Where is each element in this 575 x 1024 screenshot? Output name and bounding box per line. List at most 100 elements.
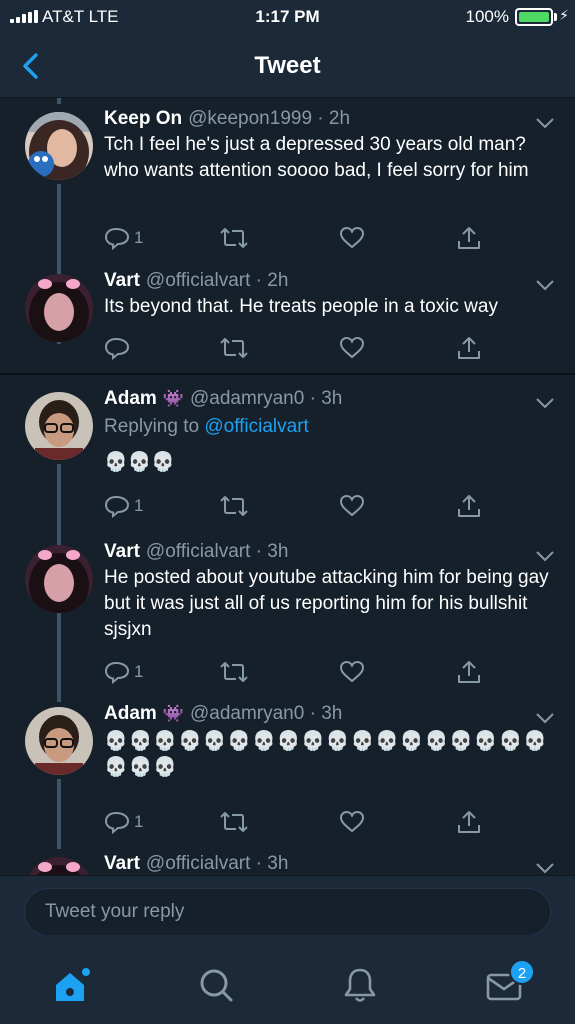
tweet-actions: 1 [104,224,484,254]
retweet-button[interactable] [219,808,249,836]
retweet-icon [220,662,248,682]
tab-bar [0,935,575,1024]
tweet-text: Tch I feel he's just a depressed 30 year… [104,134,529,181]
tweet-text: 💀💀💀 [104,452,175,473]
emoji-badge: 👾 [162,389,184,408]
tweet-header: Adam 👾 @adamryan0 · 3h [104,703,343,724]
share-button[interactable] [456,334,482,362]
chevron-down-icon[interactable] [535,711,555,725]
heart-icon [339,336,365,359]
reply-input[interactable]: Tweet your reply [24,888,551,936]
reply-icon [104,811,130,834]
retweet-button[interactable] [219,224,249,252]
reply-count: 1 [134,662,144,681]
handle[interactable]: @adamryan0 [190,703,304,724]
home-icon[interactable] [52,965,92,1005]
reply-composer: Tweet your reply [0,875,575,936]
heart-icon [339,810,365,833]
messages-badge: 2 [509,959,535,985]
retweet-button[interactable] [219,658,249,686]
reply-button[interactable]: 1 [104,224,143,252]
heart-icon [339,494,365,517]
conversation-divider [0,373,575,375]
retweet-button[interactable] [219,334,249,362]
avatar[interactable] [25,545,93,613]
avatar[interactable] [25,112,93,180]
handle[interactable]: @keepon1999 [188,108,312,129]
battery-cap [554,13,557,21]
tweet-header: Vart @officialvart · 3h [104,853,289,874]
reply-button[interactable]: 1 [104,808,143,836]
bell-icon[interactable] [340,965,380,1005]
mention-link[interactable]: @officialvart [204,416,308,437]
avatar[interactable] [25,857,93,875]
tweet-time: 3h [267,541,289,562]
tweet-time: 2h [328,108,351,129]
like-button[interactable] [339,658,365,686]
display-name[interactable]: Adam [104,388,157,409]
chevron-down-icon[interactable] [535,278,555,292]
like-button[interactable] [339,808,365,836]
handle[interactable]: @adamryan0 [190,388,304,409]
thread-connector [57,779,61,849]
share-button[interactable] [456,224,482,252]
tweet-thread[interactable]: Keep On @keepon1999 · 2h Tch I feel he's … [0,98,575,875]
display-name[interactable]: Vart [104,853,140,874]
reply-icon [104,495,130,518]
display-name[interactable]: Adam [104,703,157,724]
search-icon[interactable] [196,965,236,1005]
replying-prefix: Replying to [104,416,200,437]
status-bar: AT&T LTE 1:17 PM 100% ⚡ [0,0,575,34]
page-title: Tweet [254,52,321,79]
heart-icon [339,660,365,683]
handle[interactable]: @officialvart [146,541,250,562]
avatar[interactable] [25,707,93,775]
avatar[interactable] [25,274,93,342]
reply-button[interactable]: 1 [104,492,143,520]
tweet-time: 2h [267,270,289,291]
display-name[interactable]: Vart [104,270,140,291]
nav-bar: Tweet [0,34,575,98]
reply-button[interactable]: 1 [104,658,143,686]
battery-icon [515,8,553,26]
share-icon [458,337,480,359]
tweet-actions: 1 [104,492,484,522]
chevron-down-icon[interactable] [535,116,555,130]
tweet-actions: 1 [104,658,484,688]
like-button[interactable] [339,492,365,520]
reply-icon [104,661,130,684]
share-button[interactable] [456,492,482,520]
share-icon [458,811,480,833]
retweet-button[interactable] [219,492,249,520]
share-button[interactable] [456,658,482,686]
chevron-down-icon[interactable] [535,549,555,563]
share-icon [458,227,480,249]
handle[interactable]: @officialvart [146,270,250,291]
tweet-actions [104,334,484,364]
tweet-text: He posted about youtube attacking him fo… [104,567,549,640]
like-button[interactable] [339,224,365,252]
battery-percent: 100% [465,7,509,26]
display-name[interactable]: Vart [104,541,140,562]
tweet-actions: 1 [104,808,484,838]
tweet-text: 💀💀💀💀💀💀💀💀💀💀💀💀💀💀💀💀💀💀💀💀💀 [104,731,548,778]
heart-icon [339,226,365,249]
handle[interactable]: @officialvart [146,853,250,874]
avatar[interactable] [25,392,93,460]
display-name[interactable]: Keep On [104,108,182,129]
tweet-text: Its beyond that. He treats people in a t… [104,296,498,317]
emoji-badge: 👾 [162,704,184,723]
like-button[interactable] [339,334,365,362]
tweet-header: Vart @officialvart · 3h [104,541,289,562]
retweet-icon [220,228,248,248]
share-icon [458,495,480,517]
thread-connector [57,617,61,702]
chevron-down-icon[interactable] [535,396,555,410]
tweet-time: 3h [267,853,289,874]
charging-icon: ⚡ [559,7,569,23]
chevron-down-icon[interactable] [535,861,555,875]
replying-to: Replying to @officialvart [104,416,309,438]
share-button[interactable] [456,808,482,836]
tweet-header: Adam 👾 @adamryan0 · 3h [104,388,343,409]
reply-button[interactable] [104,334,134,362]
